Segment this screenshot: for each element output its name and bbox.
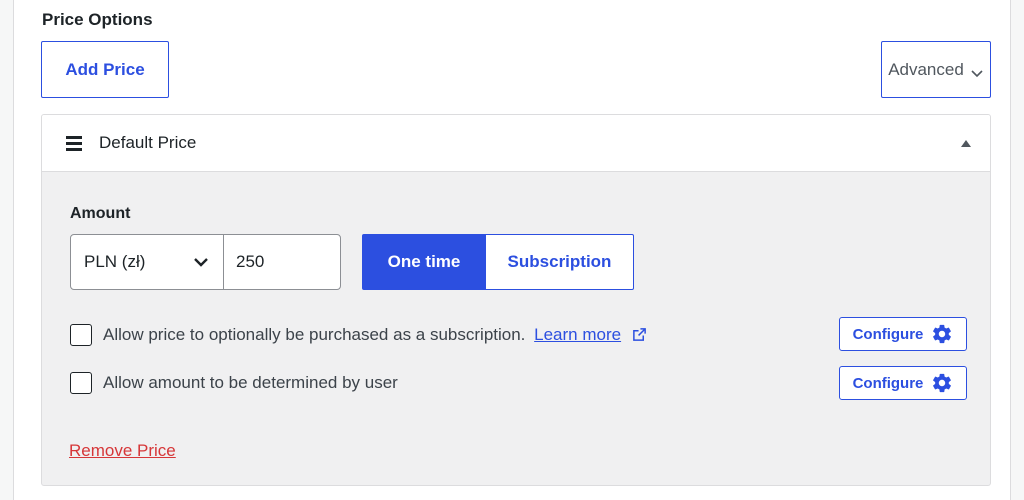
advanced-label: Advanced xyxy=(888,59,964,79)
subscription-option-text: Allow price to optionally be purchased a… xyxy=(103,325,526,344)
subscription-option-checkbox[interactable] xyxy=(70,324,92,346)
add-price-button[interactable]: Add Price xyxy=(41,41,169,98)
left-edge xyxy=(0,0,14,500)
gear-icon xyxy=(933,373,952,393)
chevron-down-icon xyxy=(194,258,208,267)
remove-price-link[interactable]: Remove Price xyxy=(69,441,176,461)
currency-value: PLN (zł) xyxy=(84,252,146,271)
learn-more-link[interactable]: Learn more xyxy=(534,325,621,344)
currency-select[interactable]: PLN (zł) xyxy=(70,234,224,290)
external-link-icon[interactable] xyxy=(632,327,647,342)
subscription-toggle[interactable]: Subscription xyxy=(485,234,634,290)
configure-subscription-button[interactable]: Configure xyxy=(839,317,967,351)
user-amount-checkbox[interactable] xyxy=(70,372,92,394)
hamburger-icon[interactable] xyxy=(66,136,82,151)
configure-label: Configure xyxy=(852,374,924,392)
section-title: Price Options xyxy=(42,10,153,29)
chevron-down-icon xyxy=(971,69,983,77)
subscription-option-label: Allow price to optionally be purchased a… xyxy=(103,325,647,345)
gear-icon xyxy=(933,324,952,344)
advanced-dropdown-button[interactable]: Advanced xyxy=(881,41,991,98)
price-panel-title: Default Price xyxy=(99,133,197,152)
configure-user-amount-button[interactable]: Configure xyxy=(839,366,967,400)
price-panel: Default Price Amount PLN (zł) 250 One ti… xyxy=(41,114,991,486)
amount-input[interactable]: 250 xyxy=(223,234,341,290)
one-time-toggle[interactable]: One time xyxy=(362,234,486,290)
triangle-up-icon[interactable] xyxy=(960,138,972,148)
price-panel-header[interactable]: Default Price xyxy=(42,115,990,172)
configure-label: Configure xyxy=(852,325,924,343)
amount-label: Amount xyxy=(70,205,131,222)
user-amount-label: Allow amount to be determined by user xyxy=(103,373,398,392)
right-edge xyxy=(1010,0,1024,500)
